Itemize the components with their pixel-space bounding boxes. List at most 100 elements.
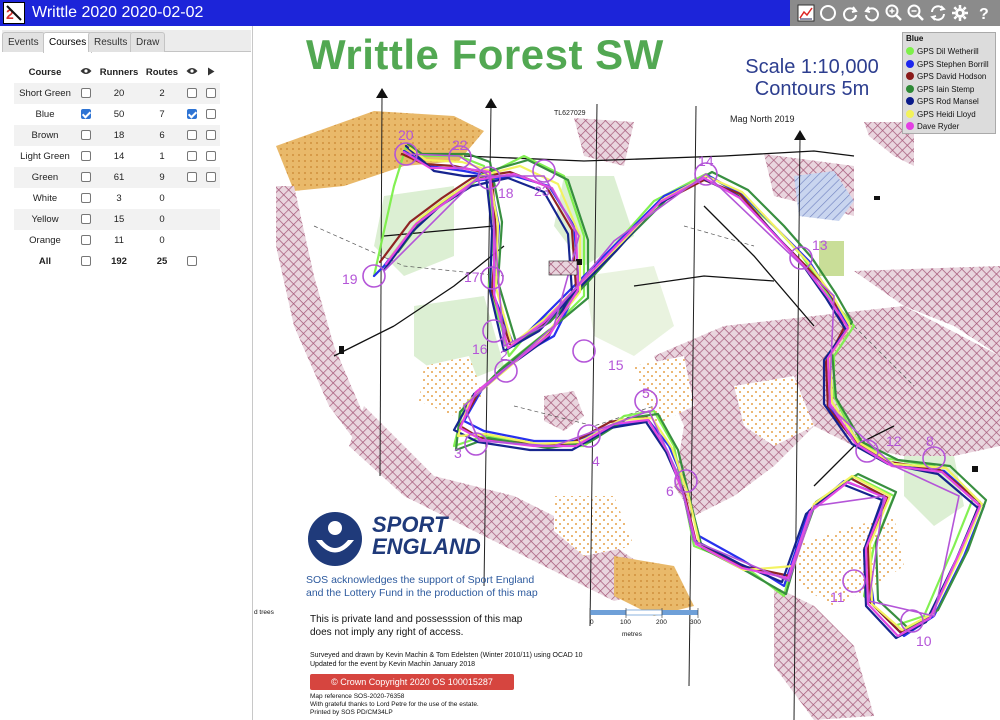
- control-number: 16: [472, 341, 488, 357]
- map-view[interactable]: 20 22 18 23 14 19 17 13 16 2 15 5 3 4 6 …: [254, 26, 1000, 720]
- circle-icon[interactable]: [818, 3, 838, 23]
- trees-label: d trees: [254, 609, 274, 616]
- header-show-routes: [182, 62, 202, 83]
- show-course-checkbox[interactable]: [81, 235, 91, 246]
- runners-count: 15: [96, 209, 142, 230]
- tab-draw[interactable]: Draw: [130, 32, 166, 52]
- play-icon: [208, 67, 215, 75]
- help-icon[interactable]: ?: [974, 3, 994, 23]
- runner-name: Dave Ryder: [917, 122, 960, 131]
- control-number: 6: [666, 483, 674, 499]
- replay-checkbox[interactable]: [206, 88, 216, 99]
- control-number: 15: [608, 357, 624, 373]
- runners-count: 11: [96, 230, 142, 251]
- runners-count: 192: [96, 251, 142, 272]
- routes-count: 1: [142, 146, 182, 167]
- show-course-checkbox[interactable]: [81, 130, 91, 141]
- control-number: 17: [464, 269, 480, 285]
- event-title: Writtle 2020 2020-02-02: [32, 4, 204, 21]
- table-row: Yellow 15 0: [14, 209, 220, 230]
- course-name: Orange: [14, 230, 76, 251]
- left-panel: Events Courses Results Draw Course Runne…: [0, 26, 253, 720]
- mag-north-label: Mag North 2019: [730, 114, 795, 124]
- tab-courses[interactable]: Courses: [43, 32, 93, 53]
- runners-count: 14: [96, 146, 142, 167]
- control-number: 3: [454, 445, 462, 461]
- map-title: Writtle Forest SW: [306, 31, 664, 78]
- legend-entry: GPS Rod Mansel: [906, 96, 996, 108]
- header-routes: Routes: [145, 67, 179, 78]
- colour-chart-icon[interactable]: [796, 3, 816, 23]
- route-colour-swatch: [906, 72, 914, 81]
- control-number: 10: [916, 633, 932, 649]
- show-routes-checkbox[interactable]: [187, 130, 197, 141]
- show-course-checkbox[interactable]: [81, 193, 91, 204]
- legend-entry: GPS David Hodson: [906, 71, 996, 83]
- show-routes-checkbox[interactable]: [187, 151, 197, 162]
- course-name: White: [14, 188, 76, 209]
- show-routes-checkbox[interactable]: [187, 172, 197, 183]
- runner-name: GPS Dil Wetherill: [917, 47, 979, 56]
- replay-checkbox[interactable]: [206, 172, 216, 183]
- zoom-out-icon[interactable]: [906, 3, 926, 23]
- control-number: 4: [592, 453, 600, 469]
- rotate-right-icon[interactable]: [840, 3, 860, 23]
- settings-gear-icon[interactable]: [950, 3, 970, 23]
- crown-copyright-badge: © Crown Copyright 2020 OS 100015287: [310, 674, 514, 690]
- control-number: 5: [642, 385, 650, 401]
- table-row: White 3 0: [14, 188, 220, 209]
- rotate-left-icon[interactable]: [862, 3, 882, 23]
- control-number: 20: [398, 127, 414, 143]
- route-colour-swatch: [906, 59, 914, 68]
- header-runners: Runners: [99, 67, 139, 78]
- course-name: All: [14, 251, 76, 272]
- toolbar: ?: [790, 0, 1000, 26]
- control-number: 19: [342, 271, 358, 287]
- rg2-logo-icon: 2: [3, 2, 25, 24]
- routes-count: 6: [142, 125, 182, 146]
- svg-text:?: ?: [979, 6, 989, 23]
- private-land-notice: This is private land and possesssion of …: [310, 614, 523, 638]
- reset-icon[interactable]: [928, 3, 948, 23]
- routes-count: 9: [142, 167, 182, 188]
- control-number: 12: [886, 433, 902, 449]
- course-name: Brown: [14, 125, 76, 146]
- control-number: 8: [926, 433, 934, 449]
- sport-england-logo-text: SPORT ENGLAND: [372, 512, 481, 559]
- legend-entry: GPS Iain Stemp: [906, 84, 996, 96]
- courses-table: Course Runners Routes Short Green 20 2 Blue…: [14, 62, 220, 272]
- tab-events[interactable]: Events: [2, 32, 45, 52]
- legend-entry: GPS Dil Wetherill: [906, 46, 996, 58]
- show-all-courses-checkbox[interactable]: [81, 256, 91, 267]
- route-colour-swatch: [906, 109, 914, 118]
- replay-checkbox[interactable]: [206, 109, 216, 120]
- show-course-checkbox[interactable]: [81, 109, 91, 120]
- table-row: Orange 11 0: [14, 230, 220, 251]
- header-show-course: [76, 62, 96, 83]
- map-scale-info: Scale 1:10,000 Contours 5m: [732, 56, 892, 100]
- routes-count: 25: [142, 251, 182, 272]
- route-colour-swatch: [906, 97, 914, 106]
- show-course-checkbox[interactable]: [81, 151, 91, 162]
- zoom-in-icon[interactable]: [884, 3, 904, 23]
- runner-name: GPS Rod Mansel: [917, 97, 979, 106]
- control-number: 22: [452, 137, 468, 153]
- course-name: Green: [14, 167, 76, 188]
- show-all-routes-checkbox[interactable]: [187, 256, 197, 267]
- legend-entry: GPS Heidi Lloyd: [906, 109, 996, 121]
- replay-checkbox[interactable]: [206, 151, 216, 162]
- grid-ref-label: TL627029: [554, 110, 586, 117]
- show-course-checkbox[interactable]: [81, 172, 91, 183]
- table-row: Light Green 14 1: [14, 146, 220, 167]
- table-row-all: All 192 25: [14, 251, 220, 272]
- replay-checkbox[interactable]: [206, 130, 216, 141]
- show-routes-checkbox[interactable]: [187, 88, 197, 99]
- show-course-checkbox[interactable]: [81, 88, 91, 99]
- control-number: 2: [500, 347, 508, 363]
- runner-name: GPS David Hodson: [917, 72, 987, 81]
- table-row: Short Green 20 2: [14, 83, 220, 104]
- show-course-checkbox[interactable]: [81, 214, 91, 225]
- show-routes-checkbox[interactable]: [187, 109, 197, 120]
- runners-count: 61: [96, 167, 142, 188]
- tab-results[interactable]: Results: [88, 32, 134, 52]
